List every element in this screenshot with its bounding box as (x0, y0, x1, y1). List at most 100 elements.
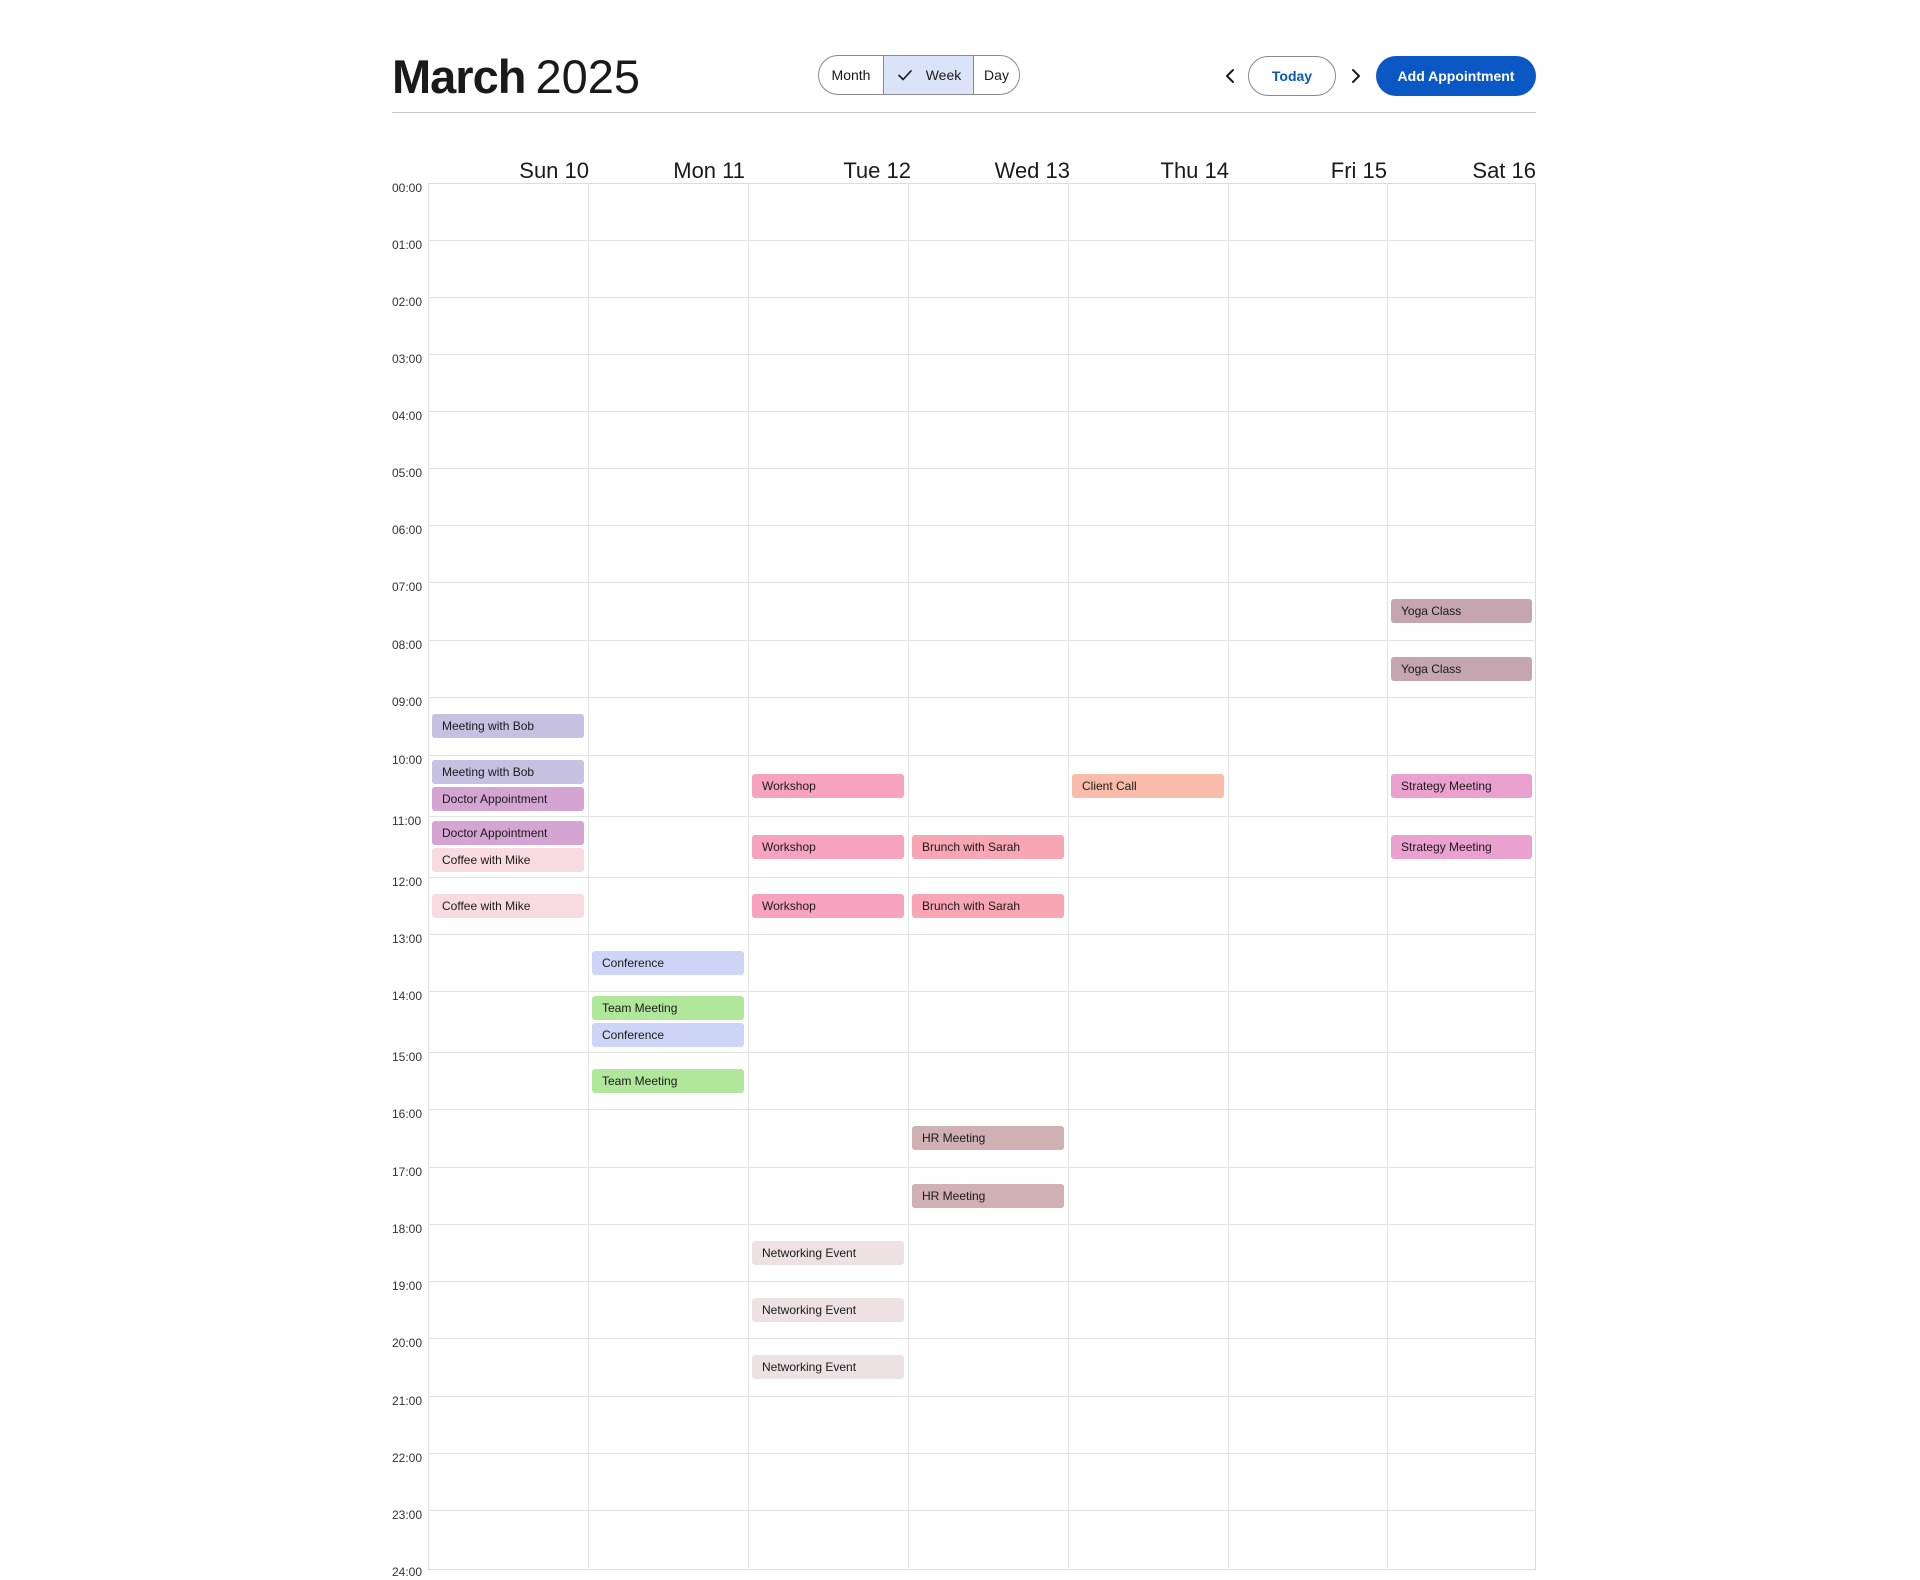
add-appointment-button[interactable]: Add Appointment (1376, 56, 1536, 96)
chevron-right-icon[interactable] (1344, 64, 1368, 88)
day-gridline (1228, 183, 1229, 1570)
time-label: 17:00 (392, 1165, 423, 1179)
view-month-label: Month (831, 67, 871, 83)
time-label: 22:00 (392, 1451, 423, 1465)
event-block[interactable]: Conference (592, 951, 744, 975)
view-month-button[interactable]: Month (819, 56, 884, 94)
hour-gridline (428, 297, 1536, 298)
event-block[interactable]: Doctor Appointment (432, 787, 584, 811)
event-block[interactable]: Meeting with Bob (432, 760, 584, 784)
day-gridline (1068, 183, 1069, 1570)
event-block[interactable]: Networking Event (752, 1241, 904, 1265)
hour-gridline (428, 1453, 1536, 1454)
check-icon (897, 70, 912, 81)
event-block[interactable]: Networking Event (752, 1298, 904, 1322)
event-block[interactable]: Strategy Meeting (1391, 835, 1532, 859)
view-day-label: Day (984, 67, 1009, 83)
time-label: 02:00 (392, 295, 423, 309)
day-header-sun: Sun 10 (519, 158, 589, 183)
hour-gridline (428, 816, 1536, 817)
hour-gridline (428, 582, 1536, 583)
time-label: 18:00 (392, 1222, 423, 1236)
day-header-mon: Mon 11 (673, 158, 745, 183)
day-gridline (1387, 183, 1388, 1570)
hour-gridline (428, 640, 1536, 641)
time-label: 23:00 (392, 1508, 423, 1522)
time-label: 20:00 (392, 1336, 423, 1350)
hour-gridline (428, 1281, 1536, 1282)
event-block[interactable]: Strategy Meeting (1391, 774, 1532, 798)
title-year: 2025 (535, 50, 640, 103)
hour-gridline (428, 1052, 1536, 1053)
event-block[interactable]: Meeting with Bob (432, 714, 584, 738)
event-block[interactable]: Coffee with Mike (432, 848, 584, 872)
time-label: 16:00 (392, 1107, 423, 1121)
hour-gridline (428, 934, 1536, 935)
time-label: 08:00 (392, 638, 423, 652)
time-label: 14:00 (392, 989, 423, 1003)
page-title: March 2025 (392, 48, 640, 106)
time-label: 12:00 (392, 875, 423, 889)
chevron-left-icon[interactable] (1218, 64, 1242, 88)
view-week-label: Week (925, 67, 962, 83)
event-block[interactable]: Client Call (1072, 774, 1224, 798)
event-block[interactable]: Brunch with Sarah (912, 835, 1064, 859)
event-block[interactable]: HR Meeting (912, 1126, 1064, 1150)
event-block[interactable]: Workshop (752, 835, 904, 859)
time-label: 04:00 (392, 409, 423, 423)
time-label: 06:00 (392, 523, 423, 537)
hour-gridline (428, 1167, 1536, 1168)
day-gridline (908, 183, 909, 1570)
time-label: 05:00 (392, 466, 423, 480)
hour-gridline (428, 991, 1536, 992)
day-gridline (748, 183, 749, 1570)
event-block[interactable]: Yoga Class (1391, 657, 1532, 681)
time-label: 21:00 (392, 1394, 423, 1408)
day-header-wed: Wed 13 (994, 158, 1070, 183)
view-toggle: Month Week Day (818, 55, 1020, 95)
event-block[interactable]: HR Meeting (912, 1184, 1064, 1208)
time-label: 01:00 (392, 238, 423, 252)
hour-gridline (428, 1338, 1536, 1339)
hour-gridline (428, 525, 1536, 526)
event-block[interactable]: Workshop (752, 894, 904, 918)
hour-gridline (428, 755, 1536, 756)
hour-gridline (428, 1109, 1536, 1110)
time-label: 19:00 (392, 1279, 423, 1293)
hour-gridline (428, 1510, 1536, 1511)
view-week-button[interactable]: Week (884, 56, 974, 94)
view-day-button[interactable]: Day (974, 56, 1019, 94)
time-label: 07:00 (392, 580, 423, 594)
event-block[interactable]: Workshop (752, 774, 904, 798)
hour-gridline (428, 411, 1536, 412)
hour-gridline (428, 877, 1536, 878)
time-label: 13:00 (392, 932, 423, 946)
event-block[interactable]: Doctor Appointment (432, 821, 584, 845)
event-block[interactable]: Conference (592, 1023, 744, 1047)
time-label: 03:00 (392, 352, 423, 366)
event-block[interactable]: Networking Event (752, 1355, 904, 1379)
header-divider (392, 112, 1536, 113)
hour-gridline (428, 1224, 1536, 1225)
time-label: 15:00 (392, 1050, 423, 1064)
today-button[interactable]: Today (1248, 56, 1336, 96)
calendar-app: March 2025 Month Week Day Today Add Appoi… (0, 0, 1920, 1580)
time-label: 11:00 (392, 814, 422, 828)
day-header-sat: Sat 16 (1472, 158, 1536, 183)
day-gridline (588, 183, 589, 1570)
event-block[interactable]: Yoga Class (1391, 599, 1532, 623)
day-header-tue: Tue 12 (843, 158, 911, 183)
time-label: 09:00 (392, 695, 423, 709)
hour-gridline (428, 468, 1536, 469)
event-block[interactable]: Team Meeting (592, 1069, 744, 1093)
event-block[interactable]: Coffee with Mike (432, 894, 584, 918)
hour-gridline (428, 354, 1536, 355)
time-label: 10:00 (392, 753, 423, 767)
day-header-thu: Thu 14 (1160, 158, 1230, 183)
time-label: 00:00 (392, 181, 423, 195)
event-block[interactable]: Brunch with Sarah (912, 894, 1064, 918)
time-label: 24:00 (392, 1565, 423, 1579)
event-block[interactable]: Team Meeting (592, 996, 744, 1020)
day-header-fri: Fri 15 (1330, 158, 1387, 183)
hour-gridline (428, 697, 1536, 698)
